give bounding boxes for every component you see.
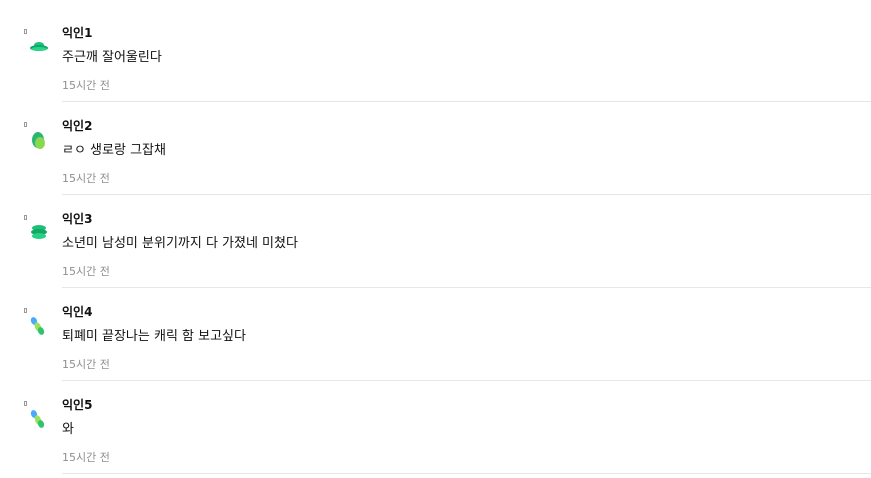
green-leaf-avatar-icon[interactable]: [29, 130, 49, 154]
green-stack-avatar-icon[interactable]: [29, 223, 49, 247]
comment-timestamp: 15시간 전: [62, 172, 110, 185]
broken-image-icon: [24, 215, 27, 220]
comment-author[interactable]: 익인5: [62, 398, 92, 412]
comment-author[interactable]: 익인4: [62, 305, 92, 319]
comment-timestamp: 15시간 전: [62, 79, 110, 92]
comment-timestamp: 15시간 전: [62, 451, 110, 464]
blue-green-beads-avatar-icon[interactable]: [29, 316, 49, 340]
comment-text: 주근깨 잘어울린다: [62, 50, 162, 65]
comment-divider: [62, 473, 871, 474]
comment-author[interactable]: 익인1: [62, 26, 92, 40]
comment-timestamp: 15시간 전: [62, 358, 110, 371]
comment-author[interactable]: 익인3: [62, 212, 92, 226]
comment-timestamp: 15시간 전: [62, 265, 110, 278]
comment-item: 익인1 주근깨 잘어울린다 15시간 전: [0, 9, 871, 102]
comment-item: 익인5 와 15시간 전: [0, 381, 871, 474]
comment-list: 익인1 주근깨 잘어울린다 15시간 전 익인2 ㄹㅇ 생로랑 그잡채 15시간…: [0, 0, 871, 478]
comment-item: 익인2 ㄹㅇ 생로랑 그잡채 15시간 전: [0, 102, 871, 195]
comment-item: 익인3 소년미 남성미 분위기까지 다 가졌네 미쳤다 15시간 전: [0, 195, 871, 288]
comment-text: 소년미 남성미 분위기까지 다 가졌네 미쳤다: [62, 236, 298, 251]
comment-text: 와: [62, 422, 74, 437]
green-hat-avatar-icon[interactable]: [29, 37, 49, 61]
comment-text: ㄹㅇ 생로랑 그잡채: [62, 143, 166, 158]
comment-text: 퇴폐미 끝장나는 캐릭 함 보고싶다: [62, 329, 246, 344]
blue-green-beads-avatar-icon[interactable]: [29, 409, 49, 433]
broken-image-icon: [24, 29, 27, 34]
comment-author[interactable]: 익인2: [62, 119, 92, 133]
broken-image-icon: [24, 122, 27, 127]
broken-image-icon: [24, 308, 27, 313]
broken-image-icon: [24, 401, 27, 406]
comment-item: 익인4 퇴폐미 끝장나는 캐릭 함 보고싶다 15시간 전: [0, 288, 871, 381]
